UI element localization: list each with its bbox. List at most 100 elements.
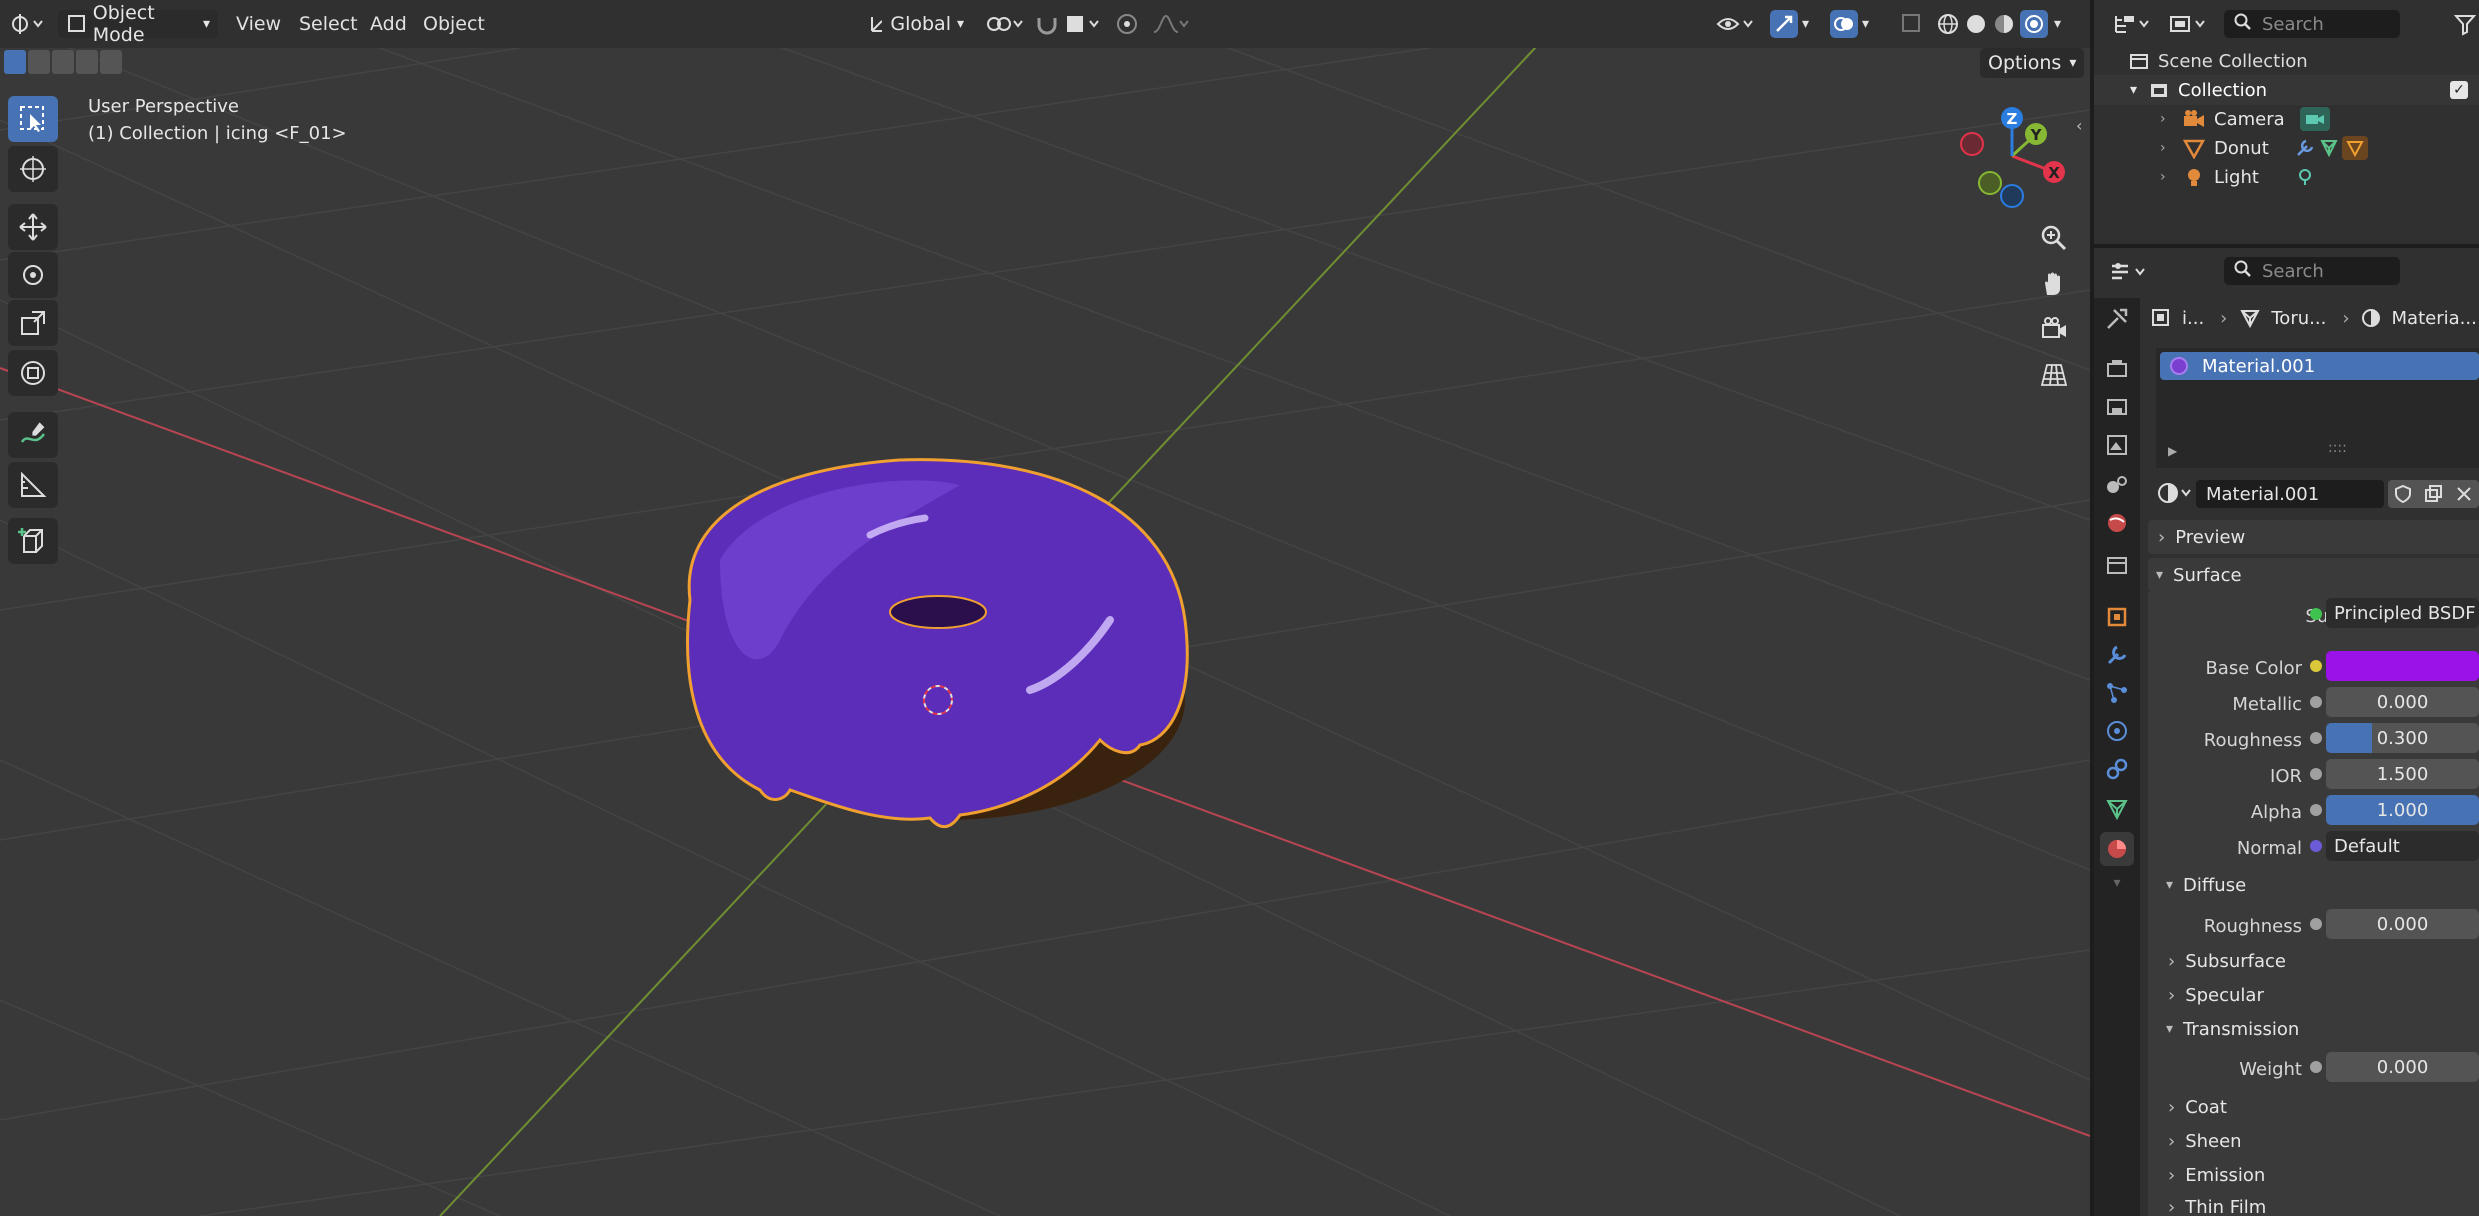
ortho-toggle-button[interactable] [2032,352,2076,396]
roughness-slider[interactable]: 0.300 [2326,723,2479,753]
editor-type-button[interactable] [8,8,50,40]
proportional-edit-toggle[interactable] [1114,8,1140,40]
select-new-icon[interactable] [4,50,26,74]
shading-wireframe-button[interactable] [1936,8,1960,40]
properties-editor-button[interactable] [2110,260,2150,288]
3d-viewport[interactable]: Object Mode ▾ View Select Add Object Glo… [0,0,2090,1216]
outliner-editor-button[interactable] [2112,12,2152,40]
tool-rotate[interactable] [8,252,58,298]
weight-field[interactable]: 0.000 [2326,1052,2479,1082]
tool-cursor[interactable] [8,146,58,192]
material-name-field[interactable]: Material.001 [2196,480,2384,508]
zoom-button[interactable] [2032,216,2076,260]
tab-particles[interactable] [2100,676,2134,710]
tab-more-chevron-down-icon[interactable]: ▾ [2100,866,2134,900]
menu-select[interactable]: Select [299,8,358,40]
section-sheen[interactable]: › Sheen [2158,1124,2479,1158]
pan-button[interactable] [2032,262,2076,306]
expand-list-icon[interactable]: ▶ [2168,444,2177,458]
section-subsurface[interactable]: › Subsurface [2158,944,2479,978]
fake-user-shield-icon[interactable] [2393,484,2413,504]
normal-socket-dot[interactable] [2310,840,2322,852]
base-color-socket-dot[interactable] [2310,660,2322,672]
diffuse-roughness-field[interactable]: 0.000 [2326,909,2479,939]
orientation-dropdown[interactable]: Global ▾ [860,10,972,38]
chevron-right-icon[interactable]: › [2160,111,2166,127]
outliner-row-donut[interactable]: › Donut [2094,133,2479,163]
navigation-gizmo[interactable]: X Y Z [1950,100,2080,210]
camera-data-icon[interactable] [2300,107,2330,131]
overlays-dropdown[interactable]: ▾ [1862,8,1869,40]
outliner-row-scene-collection[interactable]: Scene Collection [2094,46,2479,76]
tab-tool[interactable] [2100,302,2134,336]
mode-dropdown[interactable]: Object Mode ▾ [58,2,218,46]
material-slot-icon[interactable] [2342,136,2368,160]
tool-transform[interactable] [8,350,58,396]
section-specular[interactable]: › Specular [2158,978,2479,1012]
section-thin-film[interactable]: › Thin Film [2158,1190,2479,1216]
tab-material[interactable] [2100,832,2134,866]
duplicate-icon[interactable] [2423,484,2443,504]
gizmo-toggle[interactable] [1770,10,1798,38]
falloff-dropdown[interactable] [1150,8,1190,40]
tool-add-cube[interactable] [8,518,58,564]
tab-scene[interactable] [2100,468,2134,502]
tool-select-box[interactable] [8,96,58,142]
visibility-dropdown[interactable] [1716,8,1756,40]
shading-dropdown[interactable]: ▾ [2054,8,2061,40]
section-transmission[interactable]: ▾ Transmission [2158,1012,2479,1046]
section-diffuse[interactable]: ▾ Diffuse [2158,868,2479,902]
snap-toggle[interactable] [1034,8,1060,40]
diffuse-roughness-socket-dot[interactable] [2310,918,2322,930]
outliner-row-collection[interactable]: ▾ Collection ✓ [2094,75,2479,105]
tab-collection[interactable] [2100,548,2134,582]
overlays-toggle[interactable] [1830,10,1858,38]
metallic-field[interactable]: 0.000 [2326,687,2479,717]
surface-shader-dropdown[interactable]: Principled BSDF [2326,598,2479,628]
ior-field[interactable]: 1.500 [2326,759,2479,789]
filter-button[interactable] [2453,12,2477,40]
section-emission[interactable]: › Emission [2158,1158,2479,1192]
tab-view-layer[interactable] [2100,428,2134,462]
ior-socket-dot[interactable] [2310,768,2322,780]
tab-output[interactable] [2100,390,2134,424]
normal-input[interactable]: Default [2326,831,2479,861]
select-extend-icon[interactable] [28,50,50,74]
metallic-socket-dot[interactable] [2310,696,2322,708]
chevron-down-icon[interactable]: ▾ [2130,82,2137,98]
material-slot-item[interactable]: Material.001 [2160,352,2479,380]
tab-data[interactable] [2100,792,2134,826]
base-color-swatch[interactable] [2326,651,2479,681]
select-subtract-icon[interactable] [52,50,74,74]
collection-exclude-checkbox[interactable]: ✓ [2450,81,2468,99]
section-surface[interactable]: ▾ Surface [2148,558,2479,592]
tool-measure[interactable] [8,462,58,508]
options-dropdown[interactable]: Options ▾ [1980,48,2084,78]
outliner-row-camera[interactable]: › Camera [2094,104,2479,134]
display-mode-button[interactable] [2168,12,2208,40]
tool-scale[interactable] [8,300,58,346]
menu-add[interactable]: Add [370,8,407,40]
shading-solid-button[interactable] [1964,8,1988,40]
pivot-point-button[interactable] [984,8,1024,40]
chevron-right-icon[interactable]: › [2160,140,2166,156]
weight-socket-dot[interactable] [2310,1061,2322,1073]
menu-view[interactable]: View [236,8,281,40]
select-invert-icon[interactable] [76,50,98,74]
resize-handle-icon[interactable]: :::: [2328,440,2347,456]
alpha-slider[interactable]: 1.000 [2326,795,2479,825]
select-intersect-icon[interactable] [100,50,122,74]
material-browse-button[interactable] [2156,480,2196,510]
sidebar-toggle-arrow-icon[interactable]: ‹ [2076,116,2082,135]
viewport-scene[interactable] [0,0,2090,1216]
alpha-socket-dot[interactable] [2310,804,2322,816]
outliner-row-light[interactable]: › Light [2094,162,2479,192]
tab-world[interactable] [2100,506,2134,540]
shading-material-button[interactable] [1992,8,2016,40]
tab-constraints[interactable] [2100,752,2134,786]
gizmo-dropdown[interactable]: ▾ [1802,8,1809,40]
section-preview[interactable]: › Preview [2148,520,2479,554]
tab-object[interactable] [2100,600,2134,634]
section-coat[interactable]: › Coat [2158,1090,2479,1124]
camera-view-button[interactable] [2032,308,2076,352]
